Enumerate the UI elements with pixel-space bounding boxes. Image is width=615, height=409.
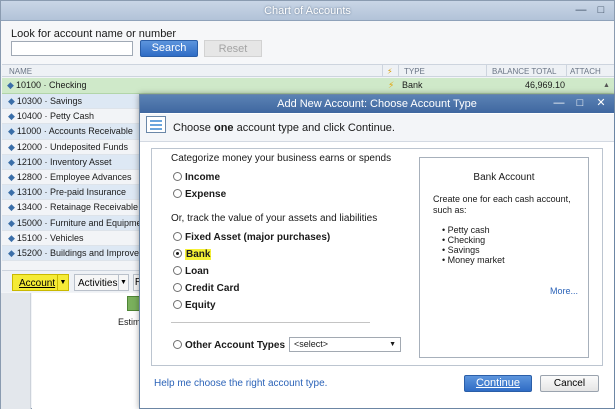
info-title: Bank Account — [473, 172, 535, 183]
table-row[interactable]: ◆ 12800 · Employee Advances — [2, 170, 142, 186]
column-divider — [486, 65, 487, 77]
dialog-title: Add New Account: Choose Account Type — [277, 98, 477, 110]
list-item: Money market — [442, 255, 505, 265]
column-header-type[interactable]: TYPE — [404, 67, 425, 76]
radio-icon[interactable] — [173, 189, 182, 198]
bullet-icon: ◆ — [8, 96, 15, 106]
help-choose-account-link[interactable]: Help me choose the right account type. — [154, 378, 327, 389]
reset-button[interactable]: Reset — [204, 40, 262, 57]
bullet-icon: ◆ — [8, 141, 15, 152]
column-divider — [382, 65, 383, 77]
radio-icon[interactable] — [173, 266, 182, 275]
window-title-bar: Chart of Accounts — □ — [1, 1, 614, 21]
add-new-account-dialog: Add New Account: Choose Account Type — □… — [139, 94, 615, 409]
radio-icon[interactable] — [173, 172, 182, 181]
bullet-icon: ◆ — [8, 247, 15, 258]
radio-income[interactable]: Income — [173, 172, 220, 183]
bullet-icon: ◆ — [8, 111, 15, 122]
bullet-icon: ◆ — [8, 232, 15, 243]
list-item: Petty cash — [442, 225, 505, 235]
bullet-icon: ◆ — [8, 126, 15, 137]
account-balance: 46,969.10 — [525, 80, 566, 90]
more-link[interactable]: More... — [550, 286, 578, 296]
radio-loan[interactable]: Loan — [173, 266, 209, 277]
close-icon[interactable]: ✕ — [594, 97, 608, 110]
account-list-icon — [146, 116, 166, 133]
lightning-column-icon[interactable]: ⚡ — [387, 67, 393, 76]
left-panel-strip — [1, 293, 31, 409]
minimize-icon[interactable]: — — [552, 97, 566, 110]
info-examples-list: Petty cash Checking Savings Money market — [442, 225, 505, 265]
column-header-row: NAME ⚡ TYPE BALANCE TOTAL ATTACH — [2, 64, 614, 77]
section-earn-spend-label: Categorize money your business earns or … — [171, 153, 392, 164]
column-divider — [398, 65, 399, 77]
table-row[interactable]: ◆ 13400 · Retainage Receivable — [2, 200, 142, 216]
table-row[interactable]: ◆15200 · Buildings and Improvements — [2, 245, 142, 262]
section-assets-label: Or, track the value of your assets and l… — [171, 213, 378, 224]
radio-bank[interactable]: Bank — [173, 249, 212, 260]
bottom-toolbar: Account▼ Activities▼ R — [2, 270, 143, 292]
table-row[interactable]: ◆ 15000 · Furniture and Equipment — [2, 215, 142, 231]
account-menu-button[interactable]: Account ▼ — [12, 274, 69, 291]
chevron-down-icon[interactable]: ▼ — [389, 338, 396, 351]
other-account-type-select[interactable]: <select> ▼ — [289, 337, 401, 352]
dialog-header: Choose one account type and click Contin… — [140, 114, 614, 142]
table-row[interactable]: ◆ 10300 · Savings — [2, 94, 142, 110]
table-row[interactable]: ◆ 12000 · Undeposited Funds — [2, 140, 142, 155]
info-description: Create one for each cash account, such a… — [433, 194, 571, 215]
bullet-icon: ◆ — [7, 80, 14, 90]
bullet-icon: ◆ — [8, 171, 15, 182]
account-type-info-panel: Bank Account Create one for each cash ac… — [419, 157, 589, 358]
account-type: Bank — [402, 80, 423, 90]
bullet-icon: ◆ — [8, 202, 15, 213]
account-type-panel: Categorize money your business earns or … — [151, 148, 603, 366]
scroll-up-icon[interactable]: ▲ — [602, 81, 611, 90]
search-input[interactable] — [11, 41, 133, 56]
radio-icon[interactable] — [173, 232, 182, 241]
search-area: Look for account name or number — [1, 21, 614, 66]
dialog-instruction: Choose one account type and click Contin… — [173, 122, 395, 134]
lightning-icon: ⚡ — [388, 80, 395, 90]
radio-equity[interactable]: Equity — [173, 300, 216, 311]
window-title: Chart of Accounts — [264, 5, 351, 17]
list-item: Checking — [442, 235, 505, 245]
radio-selected-icon[interactable] — [173, 249, 182, 258]
minimize-icon[interactable]: — — [574, 4, 588, 17]
maximize-icon[interactable]: □ — [573, 97, 587, 110]
radio-icon[interactable] — [173, 283, 182, 292]
continue-button[interactable]: Continue — [464, 375, 532, 392]
workflow-area: Estima — [32, 293, 146, 409]
search-label: Look for account name or number — [11, 28, 177, 40]
list-item: Savings — [442, 245, 505, 255]
dialog-title-bar: Add New Account: Choose Account Type — □… — [140, 95, 614, 113]
column-header-attach[interactable]: ATTACH — [570, 67, 601, 76]
radio-icon[interactable] — [173, 300, 182, 309]
radio-expense[interactable]: Expense — [173, 189, 226, 200]
divider — [171, 322, 370, 323]
radio-other-account-types[interactable]: Other Account Types — [173, 340, 285, 351]
bullet-icon: ◆ — [8, 156, 15, 167]
activities-menu-button[interactable]: Activities ▼ — [74, 274, 129, 291]
bullet-icon: ◆ — [8, 217, 15, 228]
bullet-icon: ◆ — [8, 187, 15, 198]
account-list: ◆ 10300 · Savings ◆ 10400 · Petty Cash ◆ 11… — [2, 94, 142, 262]
table-row[interactable]: ◆ 10400 · Petty Cash — [2, 109, 142, 125]
search-button[interactable]: Search — [140, 40, 198, 57]
column-divider — [566, 65, 567, 77]
table-row-selected[interactable]: ◆ 10100 · Checking ⚡ Bank 46,969.10 — [2, 78, 614, 94]
radio-icon[interactable] — [173, 340, 182, 349]
maximize-icon[interactable]: □ — [594, 4, 608, 17]
cancel-button[interactable]: Cancel — [540, 375, 599, 392]
table-row[interactable]: ◆ 15100 · Vehicles — [2, 231, 142, 246]
chevron-down-icon[interactable]: ▼ — [118, 275, 128, 290]
radio-fixed-asset[interactable]: Fixed Asset (major purchases) — [173, 232, 330, 243]
table-row[interactable]: ◆ 12100 · Inventory Asset — [2, 154, 142, 170]
column-header-balance[interactable]: BALANCE TOTAL — [492, 67, 556, 76]
column-header-name[interactable]: NAME — [9, 67, 32, 76]
account-name: 10100 · Checking — [16, 80, 87, 90]
table-row[interactable]: ◆ 13100 · Pre-paid Insurance — [2, 185, 142, 201]
radio-credit-card[interactable]: Credit Card — [173, 283, 239, 294]
table-row[interactable]: ◆ 11000 · Accounts Receivable — [2, 124, 142, 140]
chevron-down-icon[interactable]: ▼ — [57, 275, 68, 290]
